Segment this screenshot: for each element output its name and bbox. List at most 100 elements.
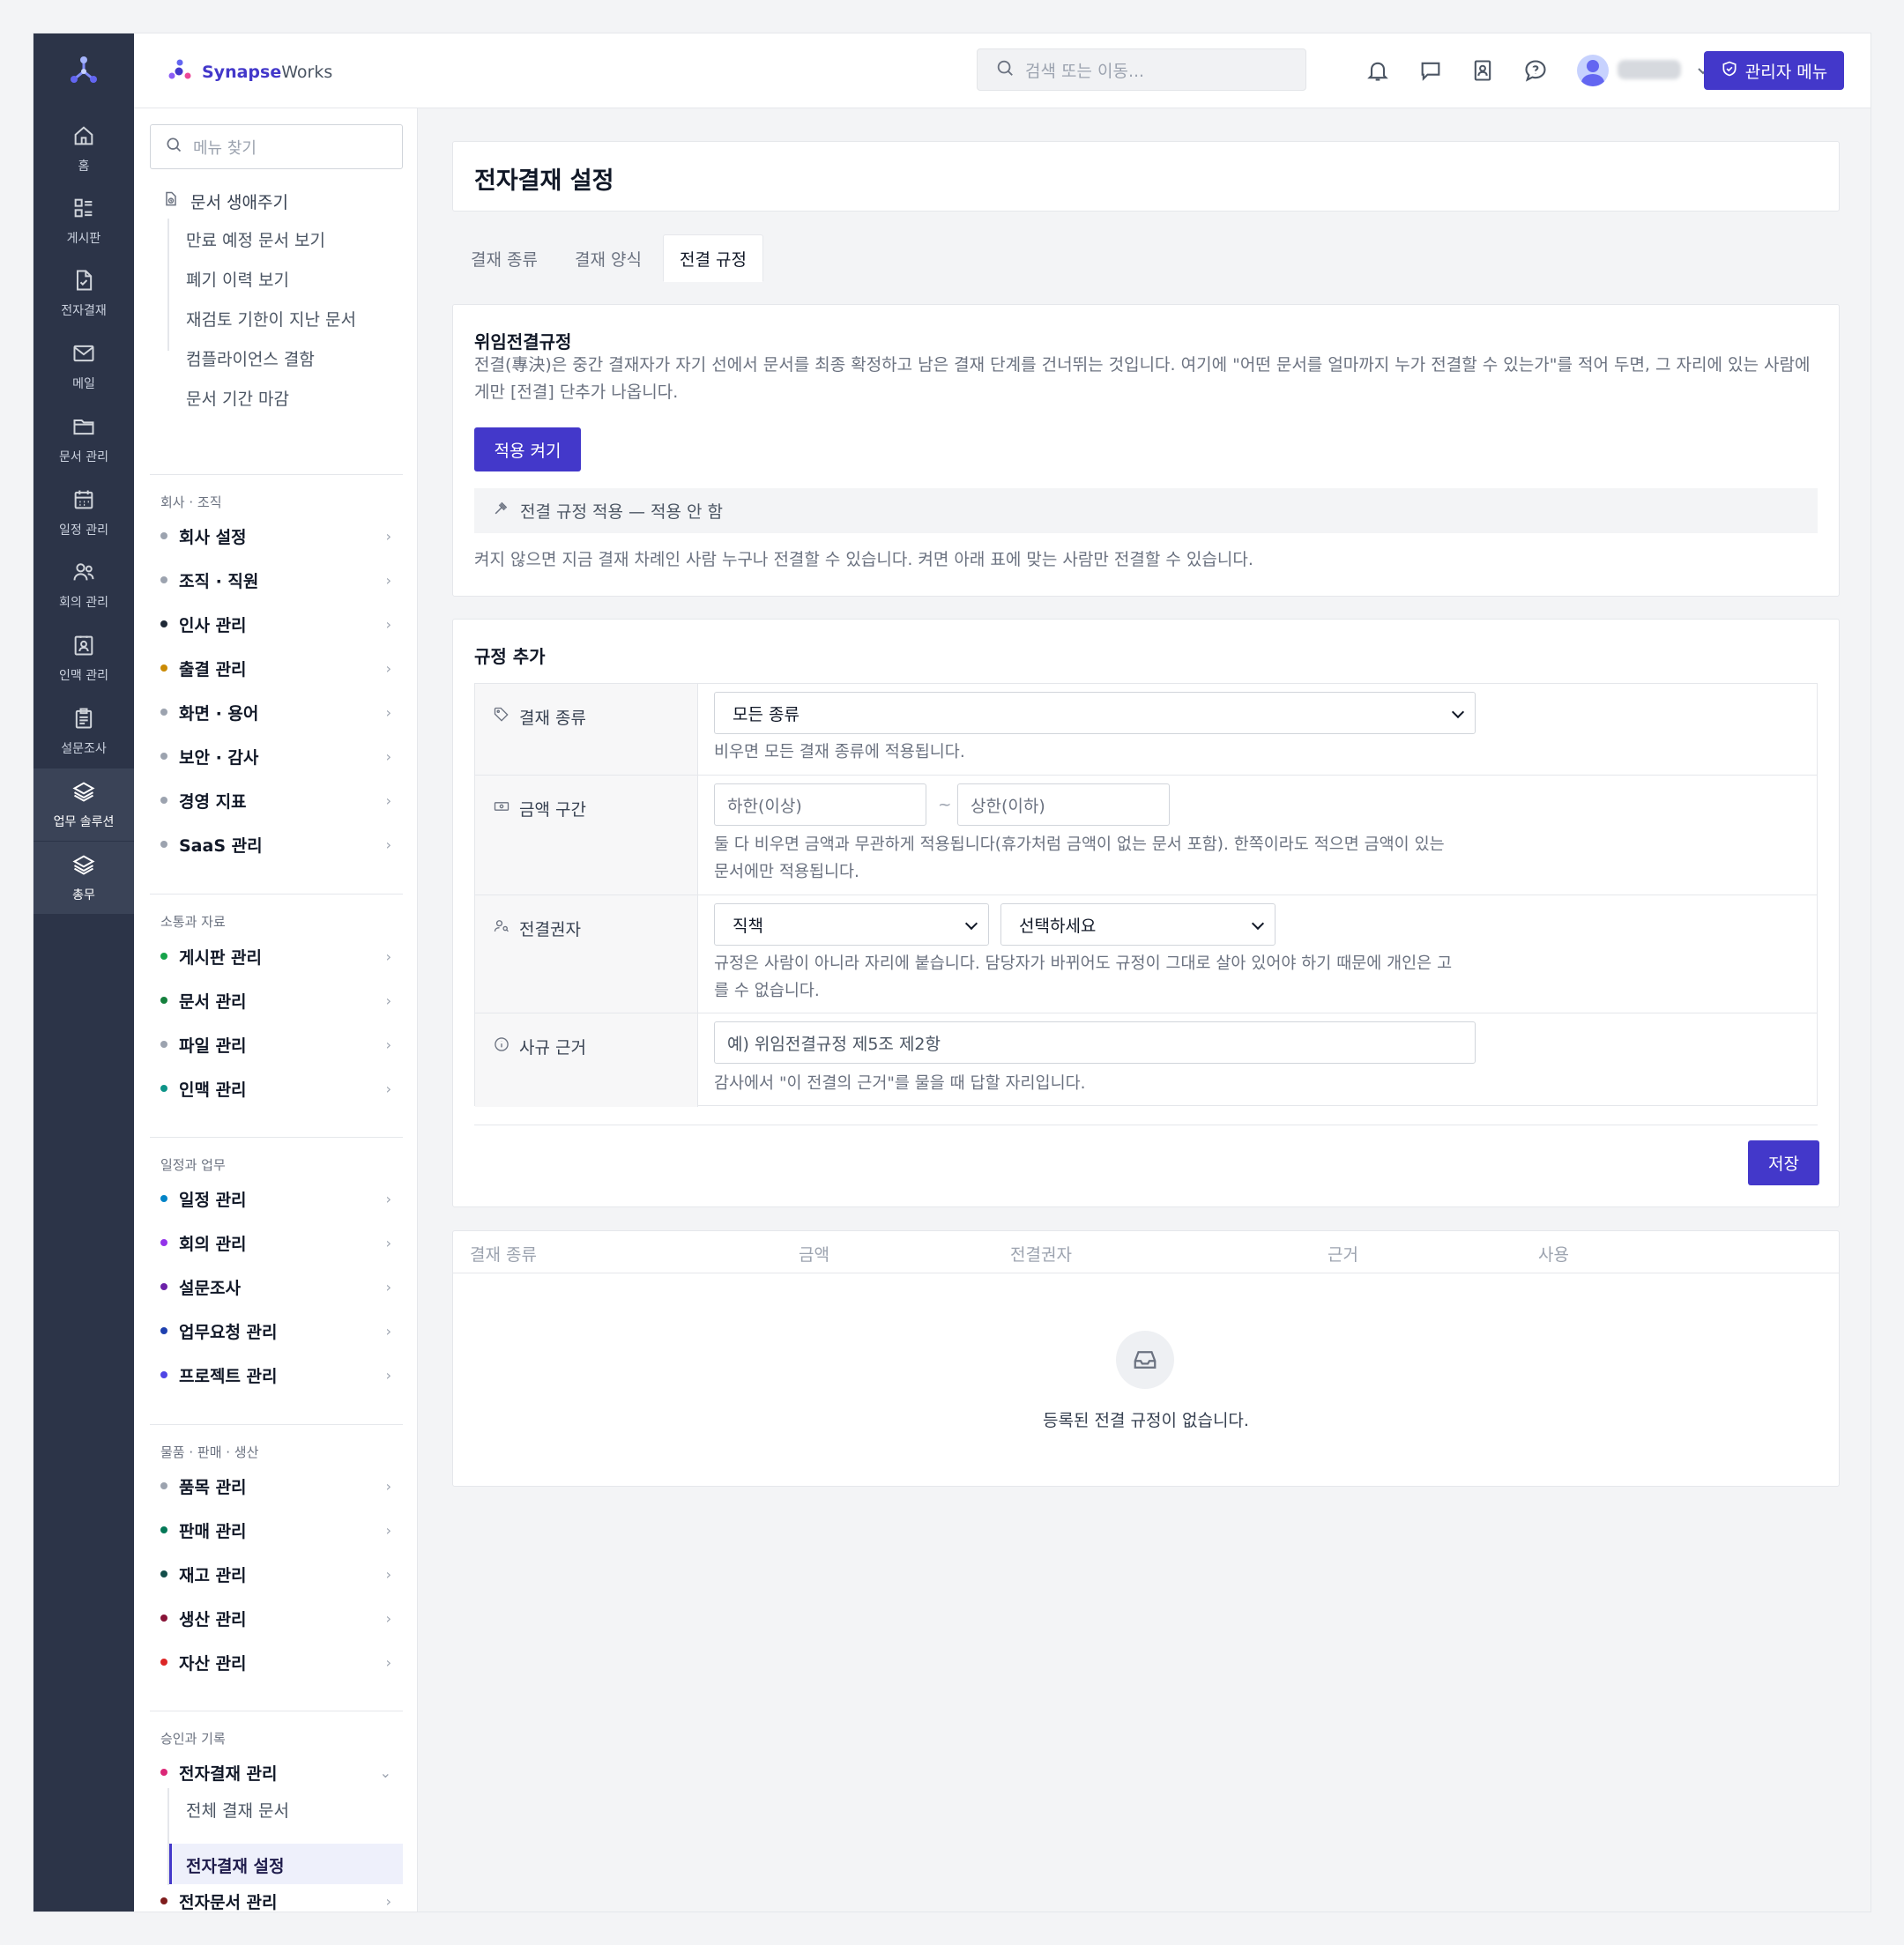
menu-search-placeholder: 메뉴 찾기 xyxy=(193,138,257,158)
rail-item-schedule[interactable]: 일정 관리 xyxy=(33,477,134,549)
page-title: 전자결재 설정 xyxy=(474,167,614,195)
column-header-use[interactable]: 사용 xyxy=(1538,1242,1569,1266)
menu-item-assets[interactable]: 자산 관리 › xyxy=(160,1649,391,1675)
menu-search-input[interactable]: 메뉴 찾기 xyxy=(150,124,403,169)
column-header-type[interactable]: 결재 종류 xyxy=(470,1242,537,1266)
chevron-right-icon: › xyxy=(385,1565,391,1583)
menu-item-schedule-admin[interactable]: 일정 관리 › xyxy=(160,1185,391,1212)
menu-item-label: 품목 관리 xyxy=(179,1477,247,1497)
amount-max-input[interactable]: 상한(이하) xyxy=(957,783,1170,826)
menu-item-project-admin[interactable]: 프로젝트 관리 › xyxy=(160,1362,391,1388)
chevron-right-icon: › xyxy=(385,1521,391,1539)
menu-item-approval-admin[interactable]: 전자결재 관리 ⌄ xyxy=(160,1759,391,1785)
menu-item-kpi[interactable]: 경영 지표 › xyxy=(160,787,391,813)
brand[interactable]: Synapse Works xyxy=(167,56,332,87)
avatar[interactable] xyxy=(1577,55,1609,86)
menu-item-hr[interactable]: 인사 관리 › xyxy=(160,611,391,637)
type-label: 결재 종류 xyxy=(519,709,586,728)
menu-item-inventory[interactable]: 재고 관리 › xyxy=(160,1561,391,1587)
app-logo-icon[interactable] xyxy=(66,53,101,88)
menu-item-board-admin[interactable]: 게시판 관리 › xyxy=(160,943,391,969)
form-label-cell: 전결권자 xyxy=(475,895,698,1013)
menu-item-label: 일정 관리 xyxy=(179,1190,247,1210)
column-header-amount[interactable]: 금액 xyxy=(799,1242,829,1266)
tab-delegation-rules[interactable]: 전결 규정 xyxy=(663,234,763,282)
submenu-approval-settings[interactable]: 전자결재 설정 xyxy=(186,1853,285,1877)
rail-item-approval[interactable]: 전자결재 xyxy=(33,257,134,330)
menu-item-request-admin[interactable]: 업무요청 관리 › xyxy=(160,1318,391,1344)
amount-label: 금액 구간 xyxy=(519,800,586,820)
menu-item-company-settings[interactable]: 회사 설정 › xyxy=(160,523,391,549)
form-label-cell: 금액 구간 xyxy=(475,776,698,895)
admin-menu-button[interactable]: 관리자 메뉴 xyxy=(1704,51,1844,90)
lifecycle-label: 문서 생애주기 xyxy=(190,193,288,212)
rail-item-home[interactable]: 홈 xyxy=(33,113,134,185)
chevron-right-icon: › xyxy=(385,659,391,677)
help-icon[interactable] xyxy=(1523,58,1548,83)
menu-item-items[interactable]: 품목 관리 › xyxy=(160,1473,391,1499)
lifecycle-item-compliance[interactable]: 컴플라이언스 결함 xyxy=(186,346,315,370)
submenu-all-approval-docs[interactable]: 전체 결재 문서 xyxy=(186,1798,289,1822)
enable-delegation-button[interactable]: 적용 켜기 xyxy=(474,427,581,471)
authority-kind-select[interactable]: 직책 xyxy=(714,903,989,946)
dot xyxy=(160,1327,167,1334)
menu-item-label: 출결 관리 xyxy=(179,659,247,679)
group-title: 회사 · 조직 xyxy=(160,494,222,510)
menu-item-saas[interactable]: SaaS 관리 › xyxy=(160,831,391,857)
rail-item-documents[interactable]: 문서 관리 xyxy=(33,404,134,476)
approval-type-select[interactable]: 모든 종류 xyxy=(714,692,1476,734)
rail-item-survey[interactable]: 설문조사 xyxy=(33,695,134,768)
chevron-down-icon: ⌄ xyxy=(379,1763,391,1781)
menu-item-sales[interactable]: 판매 관리 › xyxy=(160,1517,391,1543)
rail-item-mail[interactable]: 메일 xyxy=(33,330,134,403)
column-header-authority[interactable]: 전결권자 xyxy=(1010,1242,1072,1266)
empty-state-text: 등록된 전결 규정이 없습니다. xyxy=(1043,1411,1249,1430)
menu-item-label: 인사 관리 xyxy=(179,615,247,635)
global-search-input[interactable]: 검색 또는 이동... xyxy=(977,48,1306,91)
bell-icon[interactable] xyxy=(1365,58,1390,83)
search-icon xyxy=(165,136,182,158)
tab-approval-forms[interactable]: 결재 양식 xyxy=(556,234,660,282)
menu-item-meeting-admin[interactable]: 회의 관리 › xyxy=(160,1229,391,1256)
submenu-line xyxy=(167,219,169,351)
lifecycle-item-disposal-history[interactable]: 폐기 이력 보기 xyxy=(186,267,289,291)
chevron-right-icon: › xyxy=(385,1653,391,1671)
save-button[interactable]: 저장 xyxy=(1748,1140,1819,1185)
menu-item-production[interactable]: 생산 관리 › xyxy=(160,1605,391,1631)
menu-item-attendance[interactable]: 출결 관리 › xyxy=(160,655,391,681)
chevron-right-icon: › xyxy=(385,615,391,633)
menu-item-security[interactable]: 보안 · 감사 › xyxy=(160,743,391,769)
menu-item-screen-terms[interactable]: 화면 · 용어 › xyxy=(160,699,391,725)
rail-item-board[interactable]: 게시판 xyxy=(33,185,134,257)
info-icon xyxy=(493,1036,510,1058)
rail-item-label: 홈 xyxy=(78,160,90,174)
rail-item-general-affairs[interactable]: 총무 xyxy=(33,842,134,914)
chat-icon[interactable] xyxy=(1418,58,1443,83)
menu-item-doc-admin[interactable]: 문서 관리 › xyxy=(160,987,391,1013)
menu-item-edoc-admin[interactable]: 전자문서 관리 › xyxy=(160,1888,391,1912)
dot xyxy=(160,753,167,760)
menu-item-survey-admin[interactable]: 설문조사 › xyxy=(160,1273,391,1300)
amount-min-input[interactable]: 하한(이상) xyxy=(714,783,926,826)
menu-item-file-admin[interactable]: 파일 관리 › xyxy=(160,1031,391,1058)
menu-item-contact-admin[interactable]: 인맥 관리 › xyxy=(160,1075,391,1102)
column-header-basis[interactable]: 근거 xyxy=(1328,1242,1358,1266)
rail-item-label: 업무 솔루션 xyxy=(53,815,115,829)
rail-item-meetings[interactable]: 회의 관리 xyxy=(33,549,134,621)
contact-book-icon[interactable] xyxy=(1470,58,1495,83)
form-label: 전결권자 xyxy=(493,917,581,940)
lifecycle-item-expiring[interactable]: 만료 예정 문서 보기 xyxy=(186,227,325,251)
lifecycle-item-period-close[interactable]: 문서 기간 마감 xyxy=(186,386,289,410)
menu-item-org[interactable]: 조직 · 직원 › xyxy=(160,567,391,593)
menu-item-label: 문서 관리 xyxy=(179,991,247,1012)
authority-target-select[interactable]: 선택하세요 xyxy=(1000,903,1276,946)
document-lifecycle-menu[interactable]: 문서 생애주기 xyxy=(162,189,288,213)
tab-approval-types[interactable]: 결재 종류 xyxy=(452,234,556,282)
menu-item-label: 전자문서 관리 xyxy=(179,1892,278,1912)
regulation-basis-input[interactable]: 예) 위임전결규정 제5조 제2항 xyxy=(714,1021,1476,1064)
rail-item-contacts[interactable]: 인맥 관리 xyxy=(33,622,134,694)
user-name-blurred[interactable] xyxy=(1618,60,1681,79)
rail-item-work-solutions[interactable]: 업무 솔루션 xyxy=(33,768,134,841)
app-frame: 홈 게시판 전자결재 메일 문서 관리 일정 관리 회의 관리 인맥 관리 설문… xyxy=(33,33,1871,1912)
lifecycle-item-review-overdue[interactable]: 재검토 기한이 지난 문서 xyxy=(186,307,356,330)
